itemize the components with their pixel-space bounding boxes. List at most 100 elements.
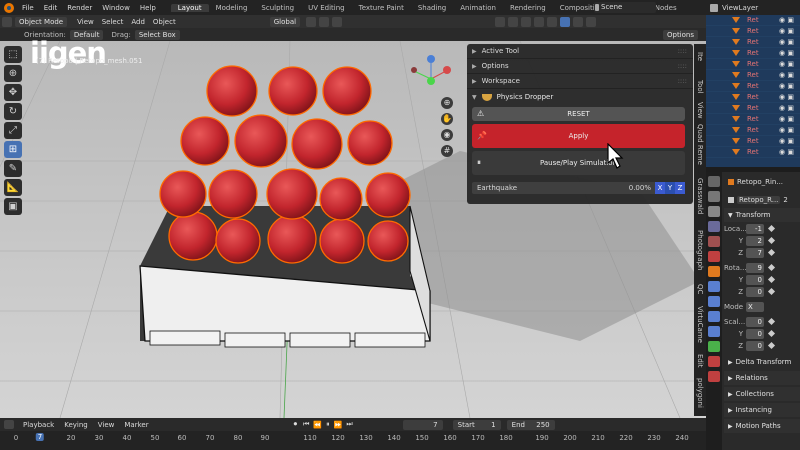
- xray-icon[interactable]: [534, 16, 545, 27]
- location-z-field[interactable]: 7: [746, 247, 764, 258]
- particles-props-icon[interactable]: [708, 296, 720, 307]
- pivot-icon[interactable]: [306, 16, 317, 27]
- pause-play-button[interactable]: ⏸ Pause/Play Simulation: [472, 151, 685, 175]
- drag-handle-icon[interactable]: ::::: [678, 62, 687, 70]
- outliner-row[interactable]: Ret ◉ ▣: [706, 81, 800, 92]
- step-back-icon[interactable]: ⏪: [313, 421, 322, 429]
- visibility-icon[interactable]: [495, 16, 506, 27]
- tab-view[interactable]: View: [694, 102, 706, 124]
- output-props-icon[interactable]: [708, 206, 720, 217]
- rotation-mode-dropdown[interactable]: X: [746, 301, 764, 312]
- timeline-menu-marker[interactable]: Marker: [119, 421, 153, 429]
- axis-z-toggle[interactable]: Z: [675, 182, 685, 194]
- render-props-icon[interactable]: [708, 191, 720, 202]
- eye-icon[interactable]: ◉ ▣: [779, 137, 794, 145]
- rotation-mode-row[interactable]: Mode X: [724, 301, 800, 312]
- viewport-menu-add[interactable]: Add: [127, 18, 149, 26]
- measure-tool-icon[interactable]: 📐: [4, 179, 22, 196]
- keyframe-icon[interactable]: [767, 248, 776, 257]
- snap-icon[interactable]: [319, 16, 330, 27]
- viewport-menu-object[interactable]: Object: [149, 18, 180, 26]
- add-cube-tool-icon[interactable]: ▣: [4, 198, 22, 215]
- location-x-row[interactable]: Loca... -1: [724, 223, 800, 234]
- outliner-row[interactable]: Ret ◉ ▣: [706, 136, 800, 147]
- motion-paths-section[interactable]: ▶ Motion Paths: [724, 419, 800, 433]
- workspace-tab-animation[interactable]: Animation: [453, 4, 503, 12]
- transform-tool-icon[interactable]: ⊞: [4, 141, 22, 158]
- menu-window[interactable]: Window: [97, 4, 135, 12]
- eye-icon[interactable]: ◉ ▣: [779, 126, 794, 134]
- tool-props-icon[interactable]: [708, 176, 720, 187]
- rotation-z-field[interactable]: 0: [746, 286, 764, 297]
- outliner-row[interactable]: Ret ◉ ▣: [706, 147, 800, 158]
- scene-selector[interactable]: Scene: [594, 2, 656, 13]
- user-count[interactable]: 2: [783, 196, 787, 204]
- workspace-tab-sculpting[interactable]: Sculpting: [254, 4, 301, 12]
- outliner-row[interactable]: Ret ◉ ▣: [706, 103, 800, 114]
- select-tool-icon[interactable]: ⬚: [4, 46, 22, 63]
- rotation-y-row[interactable]: Y0: [724, 274, 800, 285]
- tab-photograph[interactable]: Photograph: [694, 230, 706, 278]
- transform-orientation-selector[interactable]: Global: [269, 16, 301, 27]
- axis-x-toggle[interactable]: X: [655, 182, 665, 194]
- timeline-ruler[interactable]: 0 7 20 30 40 50 60 70 80 90 110 120 130 …: [0, 431, 706, 450]
- shading-material-icon[interactable]: [573, 16, 584, 27]
- eye-icon[interactable]: ◉ ▣: [779, 27, 794, 35]
- outliner-row[interactable]: Ret ◉ ▣: [706, 125, 800, 136]
- options-dropdown[interactable]: Options: [662, 29, 698, 40]
- move-tool-icon[interactable]: ✥: [4, 84, 22, 101]
- location-y-row[interactable]: Y2: [724, 235, 800, 246]
- proportional-edit-icon[interactable]: [332, 16, 343, 27]
- end-frame-field[interactable]: End 250: [506, 419, 555, 430]
- outliner-row[interactable]: Ret ◉ ▣: [706, 114, 800, 125]
- location-x-field[interactable]: -1: [746, 223, 764, 234]
- step-forward-icon[interactable]: ⏩: [334, 421, 343, 429]
- physics-props-icon[interactable]: [708, 311, 720, 322]
- world-props-icon[interactable]: [708, 251, 720, 262]
- scale-tool-icon[interactable]: ⤢: [4, 122, 22, 139]
- tab-grasswald[interactable]: Grasswald: [694, 178, 706, 226]
- eye-icon[interactable]: ◉ ▣: [779, 82, 794, 90]
- shading-rendered-icon[interactable]: [586, 16, 597, 27]
- outliner-row[interactable]: Ret ◉ ▣: [706, 70, 800, 81]
- timeline-menu-view[interactable]: View: [93, 421, 120, 429]
- apply-button[interactable]: 📌 Apply: [472, 124, 685, 148]
- editor-type-icon[interactable]: [4, 420, 14, 429]
- keyframe-icon[interactable]: [767, 224, 776, 233]
- tab-edit[interactable]: Edit: [694, 354, 706, 374]
- eye-icon[interactable]: ◉ ▣: [779, 38, 794, 46]
- delta-transform-section[interactable]: ▶ Delta Transform: [724, 355, 800, 369]
- rotation-x-row[interactable]: Rota... 9: [724, 262, 800, 273]
- overlays-icon[interactable]: [521, 16, 532, 27]
- workspace-tab-texture-paint[interactable]: Texture Paint: [352, 4, 411, 12]
- scale-z-row[interactable]: Z0: [724, 340, 800, 351]
- keyframe-icon[interactable]: [767, 317, 776, 326]
- rotate-tool-icon[interactable]: ↻: [4, 103, 22, 120]
- eye-icon[interactable]: ◉ ▣: [779, 93, 794, 101]
- transform-section[interactable]: ▼ Transform: [724, 208, 800, 222]
- rotation-y-field[interactable]: 0: [746, 274, 764, 285]
- grid-ortho-icon[interactable]: #: [441, 145, 453, 157]
- outliner[interactable]: Ret ◉ ▣ Ret ◉ ▣ Ret ◉ ▣ Ret ◉ ▣ Ret ◉ ▣ Ret ◉ …: [706, 15, 800, 167]
- editor-type-icon[interactable]: [2, 16, 12, 27]
- modifier-props-icon[interactable]: [708, 281, 720, 292]
- current-frame-field[interactable]: 7: [402, 419, 443, 430]
- menu-render[interactable]: Render: [62, 4, 97, 12]
- shading-solid-icon[interactable]: [560, 16, 571, 27]
- pause-playback-icon[interactable]: ⏸: [326, 420, 330, 429]
- shading-wireframe-icon[interactable]: [547, 16, 558, 27]
- eye-icon[interactable]: ◉ ▣: [779, 16, 794, 24]
- keyframe-icon[interactable]: [767, 341, 776, 350]
- eye-icon[interactable]: ◉ ▣: [779, 49, 794, 57]
- earthquake-slider[interactable]: Earthquake 0.00% X Y Z: [472, 182, 685, 194]
- keyframe-icon[interactable]: [767, 329, 776, 338]
- drag-handle-icon[interactable]: ::::: [678, 77, 687, 85]
- gizmo-toggle-icon[interactable]: [508, 16, 519, 27]
- menu-edit[interactable]: Edit: [39, 4, 63, 12]
- menu-help[interactable]: Help: [135, 4, 161, 12]
- outliner-row[interactable]: Ret ◉ ▣: [706, 26, 800, 37]
- annotate-tool-icon[interactable]: ✎: [4, 160, 22, 177]
- workspace-tab-rendering[interactable]: Rendering: [503, 4, 553, 12]
- outliner-row[interactable]: Ret ◉ ▣: [706, 59, 800, 70]
- timeline-menu-keying[interactable]: Keying: [59, 421, 93, 429]
